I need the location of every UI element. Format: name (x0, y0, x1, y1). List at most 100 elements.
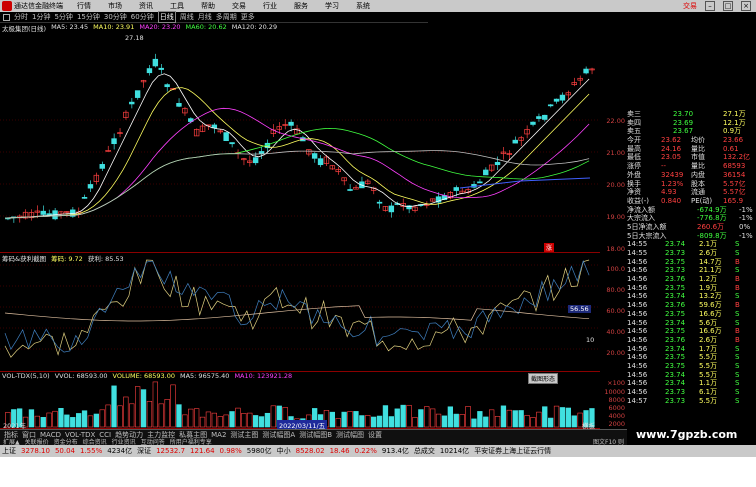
volume-bar (176, 404, 182, 428)
candle-body (223, 132, 229, 141)
volume-bar (453, 413, 459, 428)
flow-row: 净流入额 -674.9万 -1% (627, 206, 756, 215)
volume-bar (500, 405, 507, 428)
tick-row-cell: S (735, 292, 740, 301)
tick-row-cell: 14:55 (627, 249, 648, 257)
stat-row-cell: 涨停 (627, 162, 641, 171)
tick-row-cell: 23.75 (665, 327, 686, 336)
tick-row-cell: 23.74 (665, 379, 686, 388)
flow-row: 大宗流入 -776.8万 -1% (627, 214, 756, 223)
volume-bar (105, 404, 111, 428)
volume-bar (435, 413, 442, 428)
stat-row: 换手 1.23% 股本 5.57亿 (627, 180, 756, 189)
tick-row: 14:56 23.74 1.1万 S (627, 379, 756, 388)
stat-row-cell: 收益(-) (627, 196, 649, 205)
volume-bar (429, 408, 436, 428)
tick-row-cell: 23.73 (665, 388, 686, 396)
volume-bar (205, 411, 212, 428)
volume-value: VOLUME: 68593.00 (112, 372, 175, 380)
price-chart[interactable] (0, 23, 600, 253)
stat-row-cell: 165.9 (723, 196, 744, 205)
chip-profit-chart[interactable] (0, 253, 600, 372)
candle-body (559, 94, 566, 101)
flow-row-cell: 260.6万 (697, 222, 725, 231)
stat-row-cell: 68593 (723, 162, 746, 171)
moving-average-line (4, 73, 590, 219)
quote-side-panel: 卖三 23.70 27.1万 卖四 23.69 12.1万 卖五 23.67 0.9万 今开 23.… (627, 110, 756, 428)
menu-system[interactable]: 系统 (356, 1, 370, 11)
period-tab[interactable]: 月线 (198, 12, 212, 22)
stat-row-cell: 5.57亿 (723, 179, 746, 188)
flow-row-cell: -674.9万 (697, 205, 727, 214)
period-tab[interactable]: 15分钟 (77, 12, 100, 22)
panel-toggle-icon[interactable] (3, 13, 10, 21)
sme-index-name[interactable]: 中小 (277, 446, 291, 456)
menu-trade[interactable]: 交易 (232, 1, 246, 11)
volume-bar (229, 411, 235, 428)
volume-bar (93, 413, 99, 428)
stat-row-cell: 36154 (723, 170, 746, 179)
period-tab[interactable]: 分时 (14, 12, 28, 22)
price-legend: 太极集团(日线) MA5: 23.45 MA10: 23.91 MA20: 23… (2, 23, 282, 33)
period-tab[interactable]: 更多 (241, 12, 255, 22)
volume-bar (465, 406, 471, 428)
volume-bar (52, 410, 58, 428)
volume-bar (477, 411, 483, 428)
maximize-icon[interactable]: □ (723, 1, 733, 11)
tick-row-cell: 14:56 (627, 266, 648, 275)
stat-row-cell: 外盘 (627, 170, 641, 179)
menu-quotes[interactable]: 行情 (77, 1, 91, 11)
volume-bar (194, 408, 200, 428)
tick-row-cell: 23.73 (665, 249, 686, 257)
stat-row: 净资 4.93 流通 5.57亿 (627, 188, 756, 197)
price-chart-pane[interactable]: 太极集团(日线) MA5: 23.45 MA10: 23.91 MA20: 23… (0, 23, 600, 253)
menu-learn[interactable]: 学习 (325, 1, 339, 11)
trade-shortcut[interactable]: 交易 (683, 1, 697, 11)
volume-bar (129, 403, 135, 428)
chip-profit-pane[interactable]: 筹码&获利截图 筹码: 9.72 获利: 85.53 56.56 10 (0, 253, 600, 372)
close-icon[interactable]: × (741, 1, 751, 11)
period-tab[interactable]: 5分钟 (54, 12, 72, 22)
tick-row-cell: 2.6万 (699, 335, 718, 344)
volume-bar (99, 409, 105, 428)
tick-row-cell: S (735, 396, 740, 405)
tick-row-cell: B (735, 335, 740, 344)
sh-index-name[interactable]: 上证 (2, 446, 16, 456)
candle-body (453, 187, 459, 191)
menu-market[interactable]: 市场 (108, 1, 122, 11)
menu-industry[interactable]: 行业 (263, 1, 277, 11)
tick-row: 14:56 23.75 1.9万 B (627, 284, 756, 293)
ask-row-cell: 卖三 (627, 110, 641, 118)
ask-row: 卖四 23.69 12.1万 (627, 119, 756, 128)
app-logo-icon (2, 1, 12, 11)
volume-bar (418, 409, 424, 428)
pattern-capture-button[interactable]: 截图形态 (528, 373, 559, 384)
menu-news[interactable]: 资讯 (139, 1, 153, 11)
stat-row-cell: 23.62 (661, 136, 682, 145)
tick-row-cell: S (735, 344, 740, 353)
volume-bar (152, 381, 158, 428)
period-tab[interactable]: 30分钟 (104, 12, 127, 22)
menu-service[interactable]: 服务 (294, 1, 308, 11)
period-tab[interactable]: 1分钟 (32, 12, 50, 22)
tick-row: 14:56 23.74 5.6万 S (627, 319, 756, 328)
menu-help[interactable]: 帮助 (201, 1, 215, 11)
tick-row-cell: 5.6万 (699, 318, 718, 327)
candle-body (40, 210, 46, 215)
tick-row-cell: 6.1万 (699, 388, 718, 396)
sz-index-name[interactable]: 深证 (137, 446, 151, 456)
volume-bar (353, 411, 359, 428)
period-tab[interactable]: 60分钟 (131, 12, 154, 22)
period-tab-active[interactable]: 日线 (157, 11, 176, 23)
stat-row-cell: 24.16 (661, 144, 682, 153)
flow-row-cell: -1% (739, 214, 753, 223)
volume-bar (370, 416, 377, 428)
tick-row-cell: 23.75 (665, 257, 686, 266)
volume-pane[interactable]: VOL-TDX(5,10) VVOL: 68593.00 VOLUME: 685… (0, 372, 600, 430)
volume-bar (158, 403, 164, 428)
menu-tools[interactable]: 工具 (170, 1, 184, 11)
period-tab[interactable]: 多周期 (216, 12, 237, 22)
period-tab[interactable]: 周线 (180, 12, 194, 22)
volume-bar (329, 411, 335, 428)
minimize-icon[interactable]: – (705, 1, 715, 11)
